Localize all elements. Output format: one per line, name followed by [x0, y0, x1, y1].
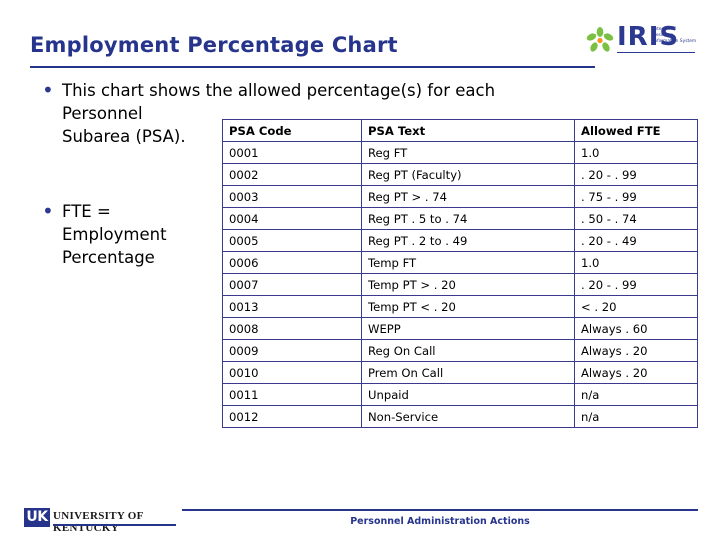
iris-divider	[617, 52, 695, 53]
cell-psa-text: Unpaid	[361, 383, 575, 406]
cell-psa-text: Reg On Call	[361, 339, 575, 362]
uk-divider	[53, 524, 176, 526]
title-divider	[30, 66, 595, 68]
cell-psa-code: 0009	[222, 339, 362, 362]
cell-psa-code: 0006	[222, 251, 362, 274]
uk-wordmark: UNIVERSITY OF KENTUCKY	[53, 510, 144, 534]
cell-psa-code: 0003	[222, 185, 362, 208]
cell-allowed-fte: . 20 - . 49	[574, 229, 698, 252]
cell-psa-text: Reg PT (Faculty)	[361, 163, 575, 186]
cell-psa-text: Temp PT < . 20	[361, 295, 575, 318]
cell-allowed-fte: 1.0	[574, 141, 698, 164]
table-row: 0013 Temp PT < . 20 < . 20	[222, 295, 698, 318]
cell-psa-code: 0004	[222, 207, 362, 230]
table-row: 0002 Reg PT (Faculty). 20 - . 99	[222, 163, 698, 186]
table-row: 0001 Reg FT 1.0	[222, 141, 698, 164]
table-row: 0011 Unpaid n/a	[222, 383, 698, 406]
cell-psa-text: WEPP	[361, 317, 575, 340]
cell-psa-text: Temp FT	[361, 251, 575, 274]
bullet-dot-icon: •	[42, 199, 54, 223]
cell-allowed-fte: n/a	[574, 405, 698, 428]
cell-allowed-fte: Always . 20	[574, 361, 698, 384]
bullet-dot-icon: •	[42, 78, 54, 102]
table-row: 0003 Reg PT > . 74. 75 - . 99	[222, 185, 698, 208]
column-header-allowed-fte: Allowed FTE	[574, 119, 698, 142]
bullet-item-2: • FTE = Employment Percentage	[42, 200, 212, 269]
cell-allowed-fte: . 20 - . 99	[574, 163, 698, 186]
cell-psa-text: Reg PT . 5 to . 74	[361, 207, 575, 230]
table-row: 0008 WEPP Always . 60	[222, 317, 698, 340]
cell-allowed-fte: . 20 - . 99	[574, 273, 698, 296]
bullet-1-line-1: This chart shows the allowed percentage(…	[62, 81, 496, 100]
iris-flower-icon	[586, 27, 614, 52]
cell-psa-code: 0010	[222, 361, 362, 384]
cell-psa-text: Non-Service	[361, 405, 575, 428]
column-header-psa-text: PSA Text	[361, 119, 575, 142]
cell-psa-code: 0013	[222, 295, 362, 318]
table-row: 0009 Reg On Call Always . 20	[222, 339, 698, 362]
cell-allowed-fte: Always . 20	[574, 339, 698, 362]
page-title: Employment Percentage Chart	[30, 33, 398, 57]
table-row: 0010 Prem On Call Always . 20	[222, 361, 698, 384]
cell-psa-text: Temp PT > . 20	[361, 273, 575, 296]
cell-psa-code: 0008	[222, 317, 362, 340]
cell-allowed-fte: < . 20	[574, 295, 698, 318]
cell-psa-code: 0007	[222, 273, 362, 296]
cell-allowed-fte: . 50 - . 74	[574, 207, 698, 230]
iris-tagline: Integrated Resource Information System	[653, 27, 697, 44]
cell-psa-text: Reg PT . 2 to . 49	[361, 229, 575, 252]
slide: Employment Percentage Chart IRIS Integra…	[0, 0, 720, 540]
cell-psa-code: 0011	[222, 383, 362, 406]
psa-code-table: PSA Code PSA Text Allowed FTE 0001 Reg FT…	[222, 119, 698, 428]
uk-monogram: UK	[24, 508, 50, 527]
cell-psa-text: Reg PT > . 74	[361, 185, 575, 208]
cell-psa-text: Prem On Call	[361, 361, 575, 384]
table-row: 0012 Non-Service n/a	[222, 405, 698, 428]
footer-label: Personnel Administration Actions	[350, 516, 530, 527]
table-row: 0006 Temp FT 1.0	[222, 251, 698, 274]
table-header-row: PSA Code PSA Text Allowed FTE	[222, 119, 698, 142]
cell-psa-code: 0012	[222, 405, 362, 428]
cell-allowed-fte: n/a	[574, 383, 698, 406]
cell-allowed-fte: Always . 60	[574, 317, 698, 340]
footer-divider	[182, 509, 698, 511]
cell-psa-code: 0005	[222, 229, 362, 252]
table-row: 0007 Temp PT > . 20. 20 - . 99	[222, 273, 698, 296]
cell-allowed-fte: 1.0	[574, 251, 698, 274]
table-row: 0005 Reg PT . 2 to . 49. 20 - . 49	[222, 229, 698, 252]
cell-psa-text: Reg FT	[361, 141, 575, 164]
bullet-2-line-1: FTE =	[62, 202, 111, 221]
cell-psa-code: 0002	[222, 163, 362, 186]
cell-allowed-fte: . 75 - . 99	[574, 185, 698, 208]
cell-psa-code: 0001	[222, 141, 362, 164]
uk-logo: UK UNIVERSITY OF KENTUCKY	[24, 508, 176, 534]
bullet-2-line-3: Percentage	[62, 248, 155, 267]
bullet-2-line-2: Employment	[62, 225, 167, 244]
iris-logo: IRIS Integrated Resource Information Sys…	[585, 22, 697, 70]
column-header-psa-code: PSA Code	[222, 119, 362, 142]
table-row: 0004 Reg PT . 5 to . 74. 50 - . 74	[222, 207, 698, 230]
